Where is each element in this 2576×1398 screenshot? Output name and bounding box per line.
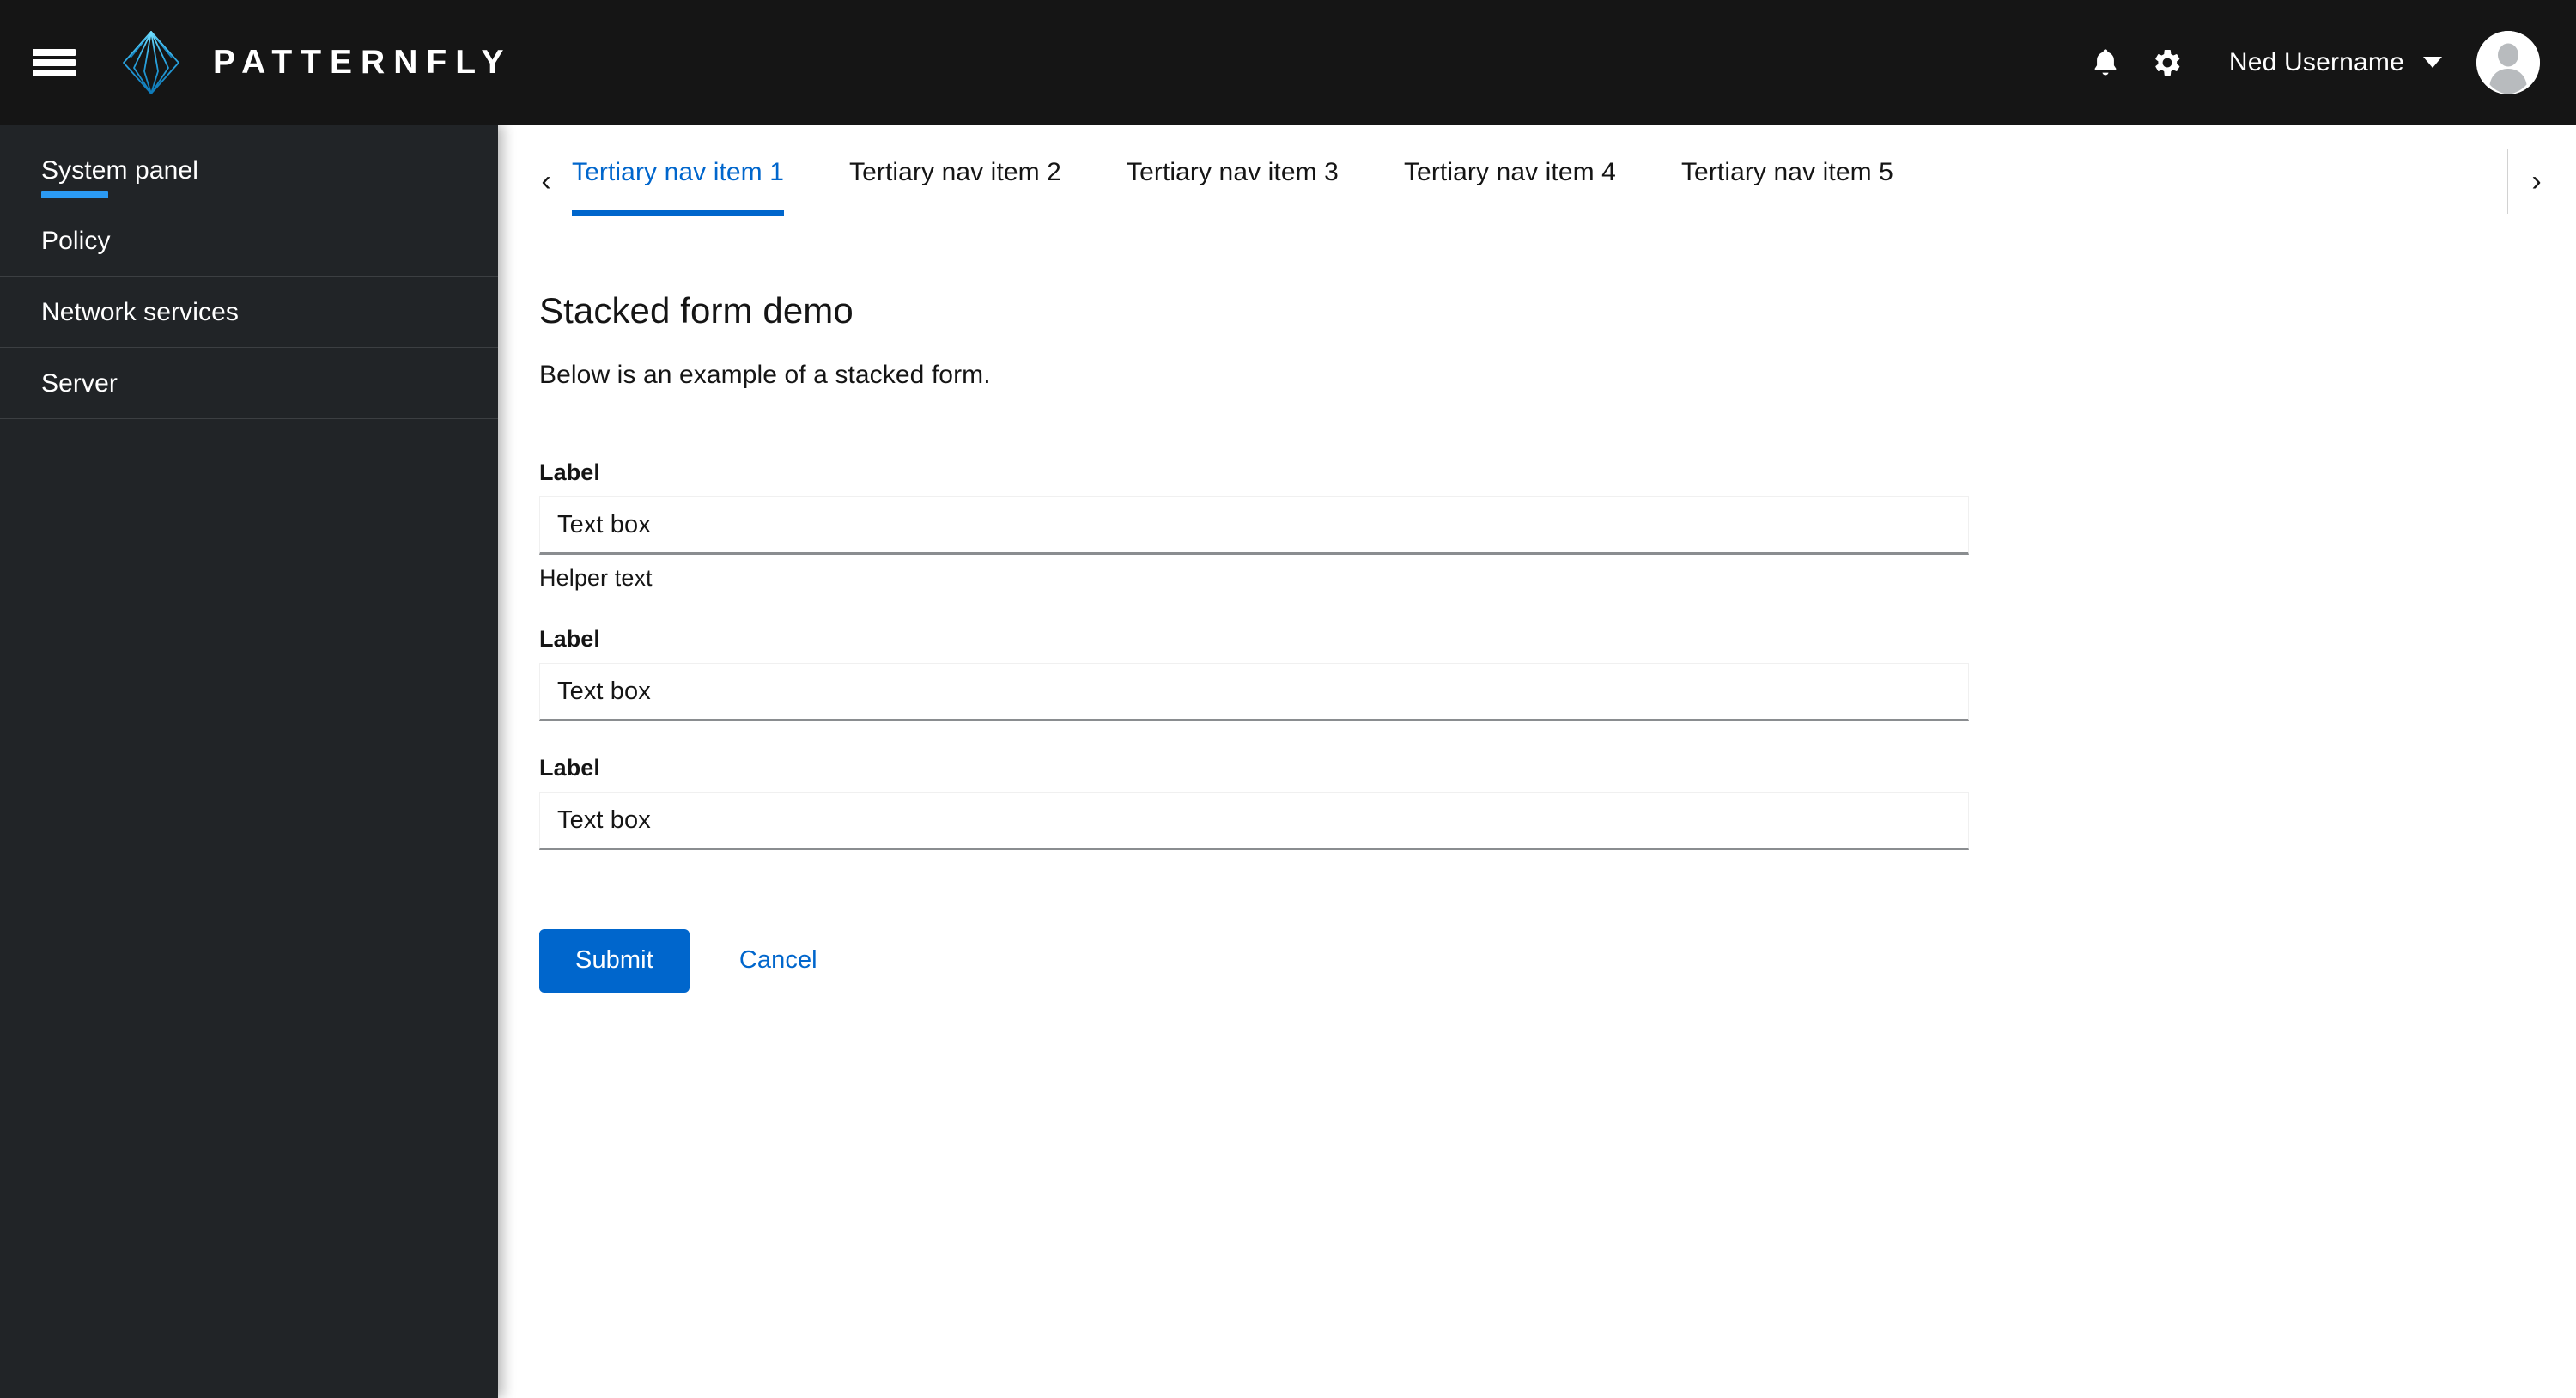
application-root: PATTERNFLY Ned Username System panel Pol…: [0, 0, 2576, 1398]
notifications-button[interactable]: [2075, 32, 2136, 94]
tab-tertiary-nav-item-1[interactable]: Tertiary nav item 1: [539, 125, 817, 216]
bell-icon: [2094, 48, 2117, 75]
stacked-form: Label Helper text Label Label Submit Can…: [539, 459, 1969, 993]
tab-label: Tertiary nav item 5: [1680, 158, 1893, 186]
masthead: PATTERNFLY Ned Username: [0, 0, 2576, 125]
hamburger-bar-bottom: [33, 69, 76, 76]
chevron-left-icon: ‹: [541, 165, 551, 198]
sidebar-item-label: Network services: [41, 298, 239, 326]
main-section: Stacked form demo Below is an example of…: [498, 238, 2576, 993]
user-name-label: Ned Username: [2228, 47, 2404, 76]
sidebar-navigation: System panel Policy Network services Ser…: [0, 125, 498, 1398]
text-input-2[interactable]: [539, 663, 1969, 722]
sidebar-item-label: System panel: [41, 156, 198, 185]
tab-label: Tertiary nav item 2: [848, 158, 1061, 186]
hamburger-bar-top: [33, 48, 76, 56]
sidebar-item-policy[interactable]: Policy: [0, 205, 498, 276]
tertiary-nav-scroll-right-button[interactable]: ›: [2507, 125, 2561, 238]
tab-tertiary-nav-item-5[interactable]: Tertiary nav item 5: [1649, 125, 1926, 188]
page-description: Below is an example of a stacked form.: [539, 361, 991, 390]
sidebar-item-server[interactable]: Server: [0, 348, 498, 418]
sidebar-divider: [0, 418, 498, 419]
form-group-2: Label: [539, 625, 1969, 722]
form-actions: Submit Cancel: [539, 929, 1969, 993]
form-group-3: Label: [539, 754, 1969, 851]
tab-tertiary-nav-item-2[interactable]: Tertiary nav item 2: [817, 125, 1094, 188]
avatar[interactable]: [2476, 30, 2540, 94]
chevron-down-icon: [2423, 57, 2442, 68]
masthead-left-section: PATTERNFLY: [0, 28, 512, 97]
sidebar-item-network-services[interactable]: Network services: [0, 277, 498, 347]
page-title: Stacked form demo: [539, 290, 854, 331]
tertiary-nav-tab-list: Tertiary nav item 1 Tertiary nav item 2 …: [498, 125, 1926, 238]
global-navigation-toggle-icon[interactable]: [33, 46, 76, 80]
form-label-2: Label: [539, 625, 601, 652]
text-input-3[interactable]: [539, 792, 1969, 851]
form-group-1: Label Helper text: [539, 459, 1969, 593]
sidebar-item-label: Policy: [41, 227, 111, 255]
brand-link[interactable]: PATTERNFLY: [120, 28, 512, 97]
settings-button[interactable]: [2136, 32, 2198, 94]
tab-label: Tertiary nav item 3: [1126, 158, 1339, 186]
sidebar-item-label: Server: [41, 369, 118, 398]
content-area: ‹ Tertiary nav item 1 Tertiary nav item …: [498, 125, 2576, 1398]
brand-text: PATTERNFLY: [213, 44, 513, 81]
text-input-1[interactable]: [539, 496, 1969, 556]
sidebar-item-system-panel[interactable]: System panel: [0, 131, 498, 205]
tertiary-navigation: ‹ Tertiary nav item 1 Tertiary nav item …: [498, 125, 2576, 238]
tertiary-nav-scroll-left-button[interactable]: ‹: [522, 125, 570, 238]
patternfly-logo-icon: [123, 30, 179, 94]
form-label-3: Label: [539, 755, 601, 781]
tab-tertiary-nav-item-3[interactable]: Tertiary nav item 3: [1094, 125, 1371, 188]
submit-button[interactable]: Submit: [539, 929, 690, 993]
masthead-right-section: Ned Username: [2075, 0, 2576, 125]
tab-active-indicator: [572, 210, 784, 216]
helper-text-1: Helper text: [539, 565, 653, 592]
avatar-icon: [2476, 30, 2540, 94]
gear-icon: [2155, 49, 2180, 76]
tab-label: Tertiary nav item 1: [572, 158, 784, 186]
form-label-1: Label: [539, 459, 601, 485]
sidebar-active-indicator: [41, 191, 108, 198]
user-menu-toggle[interactable]: Ned Username: [2229, 48, 2442, 77]
tab-label: Tertiary nav item 4: [1403, 158, 1616, 186]
hamburger-bar-middle: [33, 58, 76, 66]
tab-tertiary-nav-item-4[interactable]: Tertiary nav item 4: [1371, 125, 1649, 188]
cancel-button[interactable]: Cancel: [715, 929, 841, 992]
chevron-right-icon: ›: [2531, 165, 2542, 198]
